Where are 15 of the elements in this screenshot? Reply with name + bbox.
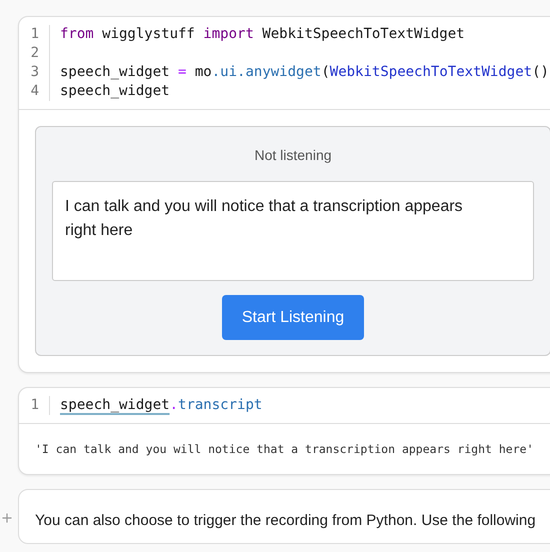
- code-line: speech_widget: [60, 82, 170, 101]
- line-number: 1: [30, 396, 40, 415]
- line-number: 2: [30, 44, 40, 63]
- start-listening-button[interactable]: Start Listening: [222, 295, 364, 340]
- markdown-text: You can also choose to trigger the recording from Python. Use the following: [35, 511, 537, 531]
- code-line: speech_widget = mo.ui.anywidget(WebkitSpeechToTextWidget(): [60, 63, 549, 82]
- code-line: speech_widget.transcript: [60, 396, 262, 415]
- transcript-text: I can talk and you will notice that a transcription appears right here: [65, 198, 463, 239]
- status-text: Not listening: [254, 146, 332, 165]
- line-number: 1: [30, 25, 40, 44]
- code-line: from wigglystuff import WebkitSpeechToTextWidget: [60, 25, 465, 44]
- add-cell-icon[interactable]: [0, 511, 14, 525]
- line-number: 4: [30, 82, 40, 101]
- line-number: 3: [30, 63, 40, 82]
- cell-output: 'I can talk and you will notice that a transcription appears right here': [35, 442, 534, 456]
